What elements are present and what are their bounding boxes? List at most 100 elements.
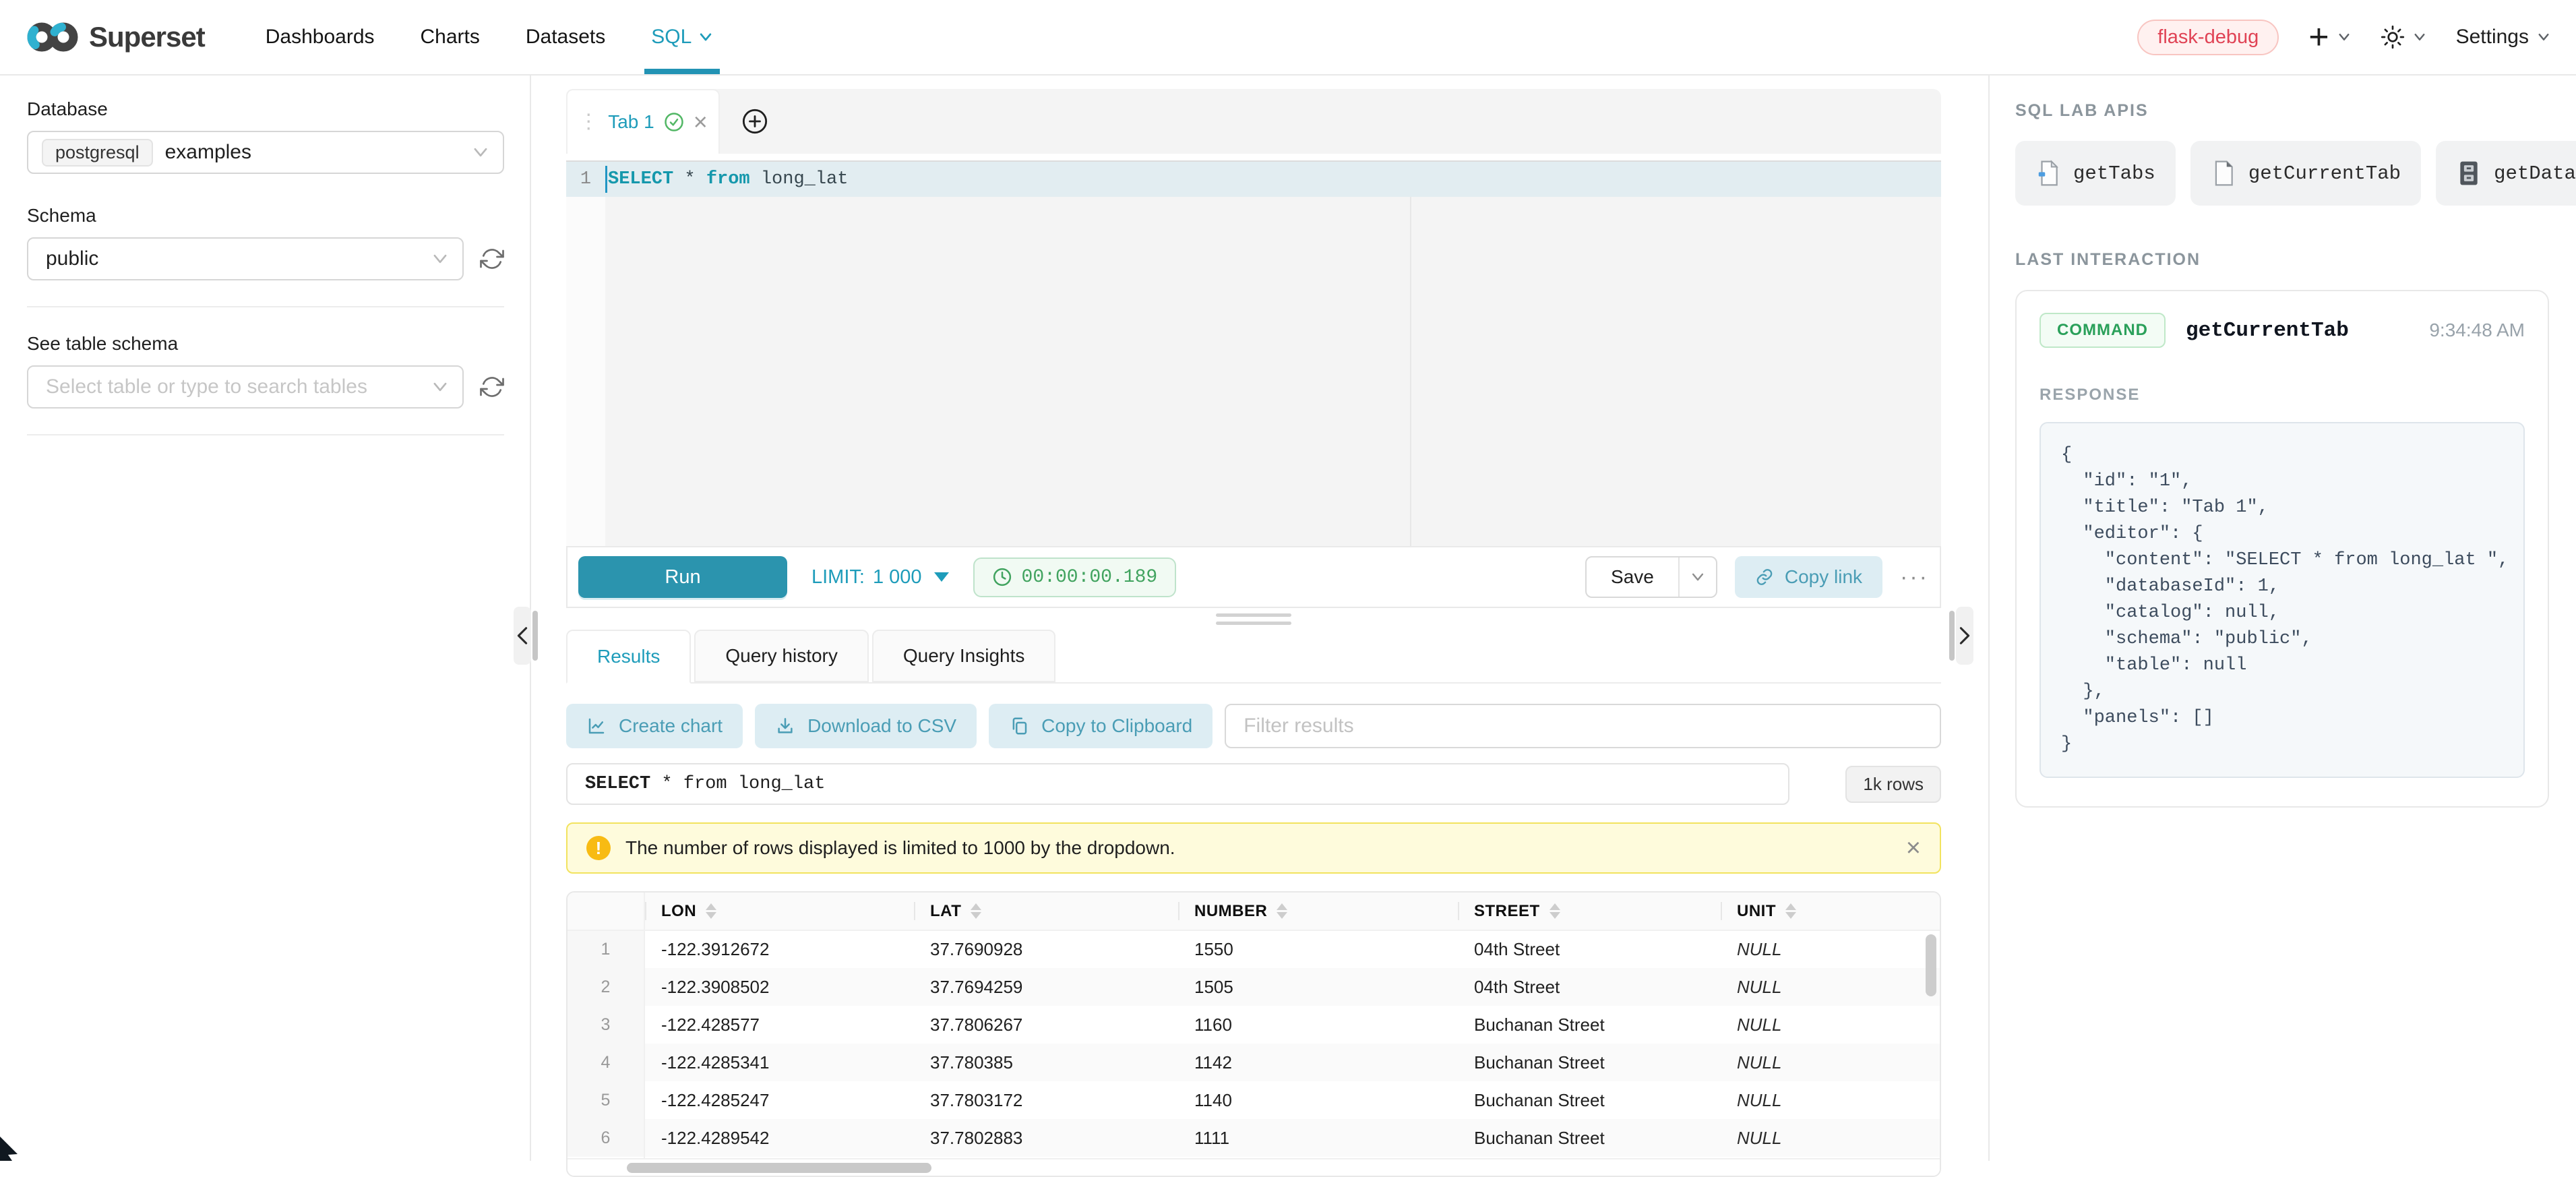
get-current-tab-button[interactable]: getCurrentTab: [2190, 141, 2421, 206]
add-tab-button[interactable]: [720, 89, 790, 154]
table-row: 5-122.428524737.78031721140Buchanan Stre…: [568, 1081, 1940, 1119]
schema-select[interactable]: public: [27, 237, 464, 280]
table-row: 2-122.390850237.7694259150504th StreetNU…: [568, 968, 1940, 1006]
create-chart-button[interactable]: Create chart: [566, 704, 743, 748]
nav-item-dashboards[interactable]: Dashboards: [243, 0, 398, 74]
save-options-caret[interactable]: [1678, 557, 1716, 597]
sort-icons[interactable]: [971, 903, 981, 919]
chevron-down-icon: [698, 30, 713, 44]
copy-link-button[interactable]: Copy link: [1735, 556, 1882, 598]
database-select[interactable]: postgresql examples: [27, 131, 504, 174]
bookmark-tabs-icon: [2035, 159, 2061, 187]
close-warning-icon[interactable]: ×: [1906, 835, 1921, 861]
close-tab-icon[interactable]: ×: [694, 110, 708, 134]
nav-item-datasets[interactable]: Datasets: [503, 0, 628, 74]
filter-results-input[interactable]: [1225, 704, 1941, 748]
editor-tab-1[interactable]: ⋮ Tab 1 ×: [566, 89, 720, 154]
last-interaction-title: LAST INTERACTION: [2015, 250, 2549, 270]
cell: Buchanan Street: [1458, 1006, 1721, 1044]
cell: 1160: [1178, 1006, 1458, 1044]
api-panel-title: SQL LAB APIS: [2015, 101, 2549, 121]
refresh-schemas-icon[interactable]: [480, 247, 504, 271]
left-panel-resize-grip[interactable]: [532, 611, 538, 661]
tab-query-insights[interactable]: Query Insights: [872, 630, 1056, 682]
editor-gutter: [566, 197, 605, 546]
schema-value: public: [46, 247, 98, 270]
sort-icons[interactable]: [1550, 903, 1560, 919]
refresh-tables-icon[interactable]: [480, 375, 504, 399]
right-panel-resize-grip[interactable]: [1949, 611, 1955, 661]
drag-handle-icon[interactable]: ⋮: [578, 112, 599, 132]
row-number: 5: [568, 1081, 644, 1119]
row-limit-warning: ! The number of rows displayed is limite…: [566, 822, 1941, 874]
column-header-lon[interactable]: LON: [644, 893, 914, 930]
tab-query-history[interactable]: Query history: [694, 630, 869, 682]
tab-results[interactable]: Results: [566, 630, 691, 684]
table-row: 6-122.428954237.78028831111Buchanan Stre…: [568, 1119, 1940, 1157]
clock-icon: [992, 567, 1012, 587]
download-csv-button[interactable]: Download to CSV: [755, 704, 977, 748]
nav-item-sql[interactable]: SQL: [628, 0, 736, 74]
chevron-down-icon: [2413, 30, 2426, 44]
editor-gap: [566, 154, 1941, 160]
cell: Buchanan Street: [1458, 1081, 1721, 1119]
superset-logo[interactable]: Superset: [26, 18, 205, 56]
column-header-number[interactable]: NUMBER: [1178, 893, 1458, 930]
chevron-down-icon: [431, 378, 449, 396]
navbar-right: flask-debug + Settings: [2137, 20, 2550, 55]
main-nav: Dashboards Charts Datasets SQL: [243, 0, 737, 74]
column-header-street[interactable]: STREET: [1458, 893, 1721, 930]
sql-code-editor[interactable]: 1 SELECT * from long_lat: [566, 160, 1941, 546]
sun-icon: [2381, 25, 2405, 49]
row-number: 4: [568, 1044, 644, 1081]
chart-icon: [586, 716, 607, 736]
command-name: getCurrentTab: [2186, 319, 2349, 342]
brand-name: Superset: [89, 21, 205, 53]
last-interaction-card: COMMAND getCurrentTab 9:34:48 AM RESPONS…: [2015, 290, 2549, 808]
results-actions: Create chart Download to CSV Copy to: [566, 704, 1941, 748]
cell: 37.780385: [914, 1044, 1178, 1081]
sort-icons[interactable]: [1277, 903, 1287, 919]
cell: 37.7802883: [914, 1119, 1178, 1157]
link-icon: [1755, 568, 1774, 586]
new-item-menu[interactable]: +: [2308, 20, 2350, 55]
row-number: 1: [568, 930, 644, 968]
get-tabs-button[interactable]: getTabs: [2015, 141, 2176, 206]
cell: Buchanan Street: [1458, 1119, 1721, 1157]
response-label: RESPONSE: [2040, 386, 2525, 404]
api-buttons: getTabs getCurrentTab: [2015, 141, 2549, 206]
settings-menu[interactable]: Settings: [2456, 26, 2550, 49]
row-count-badge[interactable]: 1k rows: [1845, 766, 1941, 803]
run-query-button[interactable]: Run: [578, 556, 787, 598]
theme-menu[interactable]: [2381, 25, 2426, 49]
collapse-left-panel-button[interactable]: [514, 607, 531, 665]
get-databases-button[interactable]: getDatabases: [2436, 141, 2576, 206]
sqllab-main: ⋮ Tab 1 × 1 SELECT * from long: [531, 76, 1988, 1161]
sort-icons[interactable]: [706, 903, 716, 919]
sort-icons[interactable]: [1785, 903, 1796, 919]
table-select[interactable]: Select table or type to search tables: [27, 365, 464, 409]
card-file-box-icon: [2456, 159, 2482, 187]
warning-icon: !: [586, 836, 611, 860]
vertical-scrollbar[interactable]: [1926, 934, 1936, 996]
superset-logo-icon: [26, 18, 80, 56]
text-cursor: [605, 166, 607, 193]
column-header-unit[interactable]: UNIT: [1721, 893, 1940, 930]
pane-resize-handle[interactable]: [566, 608, 1941, 630]
copy-clipboard-button[interactable]: Copy to Clipboard: [989, 704, 1213, 748]
sql-active-line[interactable]: 1 SELECT * from long_lat: [566, 162, 1941, 197]
chevron-down-icon: [2337, 30, 2351, 44]
results-tab-strip: Results Query history Query Insights: [566, 630, 1941, 684]
column-header-lat[interactable]: LAT: [914, 893, 1178, 930]
cell: -122.428577: [644, 1006, 914, 1044]
save-button[interactable]: Save: [1587, 557, 1678, 597]
collapse-right-panel-button[interactable]: [1956, 607, 1973, 665]
more-actions-button[interactable]: ···: [1900, 564, 1929, 591]
table-row: 1-122.391267237.7690928155004th StreetNU…: [568, 930, 1940, 968]
editor-tab-title: Tab 1: [608, 111, 654, 133]
nav-item-charts[interactable]: Charts: [398, 0, 503, 74]
horizontal-scrollbar-thumb[interactable]: [627, 1163, 931, 1173]
limit-dropdown[interactable]: LIMIT: 1 000: [811, 566, 949, 588]
save-split-button: Save: [1585, 556, 1717, 598]
cell: 1550: [1178, 930, 1458, 968]
